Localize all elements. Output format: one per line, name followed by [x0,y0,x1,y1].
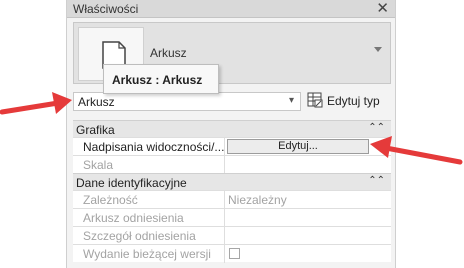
property-name: Arkusz odniesienia [73,209,225,227]
panel-title: Właściwości [73,2,139,16]
edit-type-label: Edytuj typ [327,94,380,108]
property-name: Skala [73,156,225,174]
collapse-icon[interactable]: ⌃⌃ [368,175,385,186]
tooltip-text: Arkusz : Arkusz [112,73,203,87]
property-row-current-revision: Wydanie bieżącej wersji [73,244,391,263]
chevron-down-icon[interactable] [374,47,382,52]
properties-panel: Właściwości ✕ Arkusz Arkusz : Arkusz Ark… [66,0,396,268]
property-row-scale: Skala [73,155,391,174]
property-row-referencing-sheet: Arkusz odniesienia [73,208,391,227]
property-value [225,227,391,245]
instance-filter-dropdown[interactable]: Arkusz ▾ [73,92,301,111]
properties-grid: Grafika ⌃⌃ Nadpisania widoczności/... Ed… [73,120,391,263]
property-name: Szczegół odniesienia [73,227,225,245]
edit-visibility-button[interactable]: Edytuj... [227,139,369,154]
chevron-down-icon[interactable]: ▾ [289,95,294,106]
property-value: Niezależny [228,193,287,207]
property-row-visibility-overrides: Nadpisania widoczności/... Edytuj... [73,137,391,156]
property-value [225,245,391,263]
panel-titlebar: Właściwości ✕ [67,0,395,18]
group-title: Dane identyfikacyjne [76,176,187,190]
group-header-identity-data[interactable]: Dane identyfikacyjne ⌃⌃ [73,173,391,190]
group-header-grafika[interactable]: Grafika ⌃⌃ [73,120,391,137]
revision-checkbox[interactable] [229,248,240,259]
type-name: Arkusz [150,46,187,60]
close-icon[interactable]: ✕ [376,0,389,18]
property-row-referencing-detail: Szczegół odniesienia [73,226,391,245]
property-name: Wydanie bieżącej wersji [73,245,225,263]
property-name: Nadpisania widoczności/... [73,138,225,156]
annotation-arrow-left [0,92,72,115]
property-value [225,209,391,227]
property-name: Zależność [73,191,225,209]
property-row-dependency: Zależność Niezależny [73,190,391,209]
annotation-arrow-right [370,136,463,165]
edit-type-icon [307,92,323,108]
type-tooltip: Arkusz : Arkusz [103,64,219,94]
